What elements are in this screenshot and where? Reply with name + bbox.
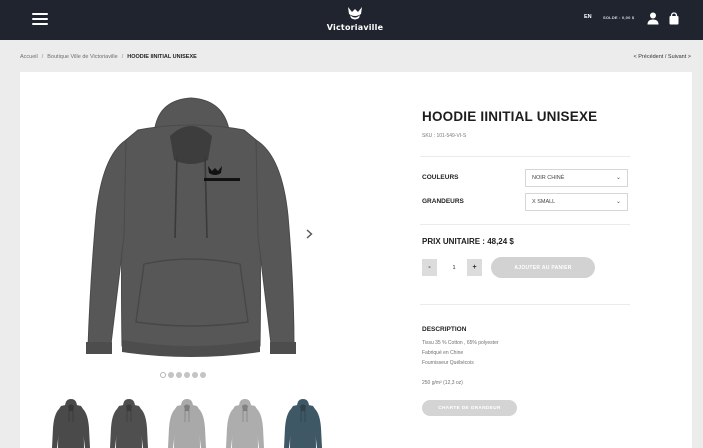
logo-text: Victoriaville — [326, 23, 384, 32]
unit-price: PRIX UNITAIRE : 48,24 $ — [422, 237, 514, 246]
chevron-right-icon[interactable] — [302, 227, 316, 241]
sizes-select[interactable]: X SMALL ⌄ — [525, 193, 628, 211]
product-thumbnail[interactable] — [110, 398, 148, 448]
product-title: HOODIE IINITIAL UNISEXE — [422, 109, 598, 124]
sizes-select-value: X SMALL — [532, 199, 556, 205]
carousel-dot[interactable] — [160, 372, 166, 378]
thumbnail-strip — [52, 398, 322, 448]
colors-select[interactable]: NOIR CHINÉ ⌄ — [525, 169, 628, 187]
product-thumbnail[interactable] — [52, 398, 90, 448]
size-chart-button[interactable]: CHARTE DE GRANDEUR — [422, 400, 517, 416]
divider — [420, 156, 630, 157]
carousel-dot[interactable] — [168, 372, 174, 378]
product-weight: 250 g/m² (12,3 oz) — [422, 380, 463, 386]
divider — [420, 224, 630, 225]
breadcrumb-shop[interactable]: Boutique Ville de Victoriaville — [47, 54, 117, 60]
breadcrumb-current: HOODIE IINITIAL UNISEXE — [127, 54, 197, 60]
sizes-label: GRANDEURS — [422, 198, 464, 205]
carousel-dots — [160, 372, 206, 380]
chevron-down-icon: ⌄ — [615, 199, 621, 205]
logo-emblem-icon — [348, 7, 362, 20]
divider — [420, 304, 630, 305]
breadcrumb-separator: / — [41, 54, 44, 60]
cart-icon[interactable] — [668, 12, 680, 25]
breadcrumb-separator: / — [121, 54, 124, 60]
prev-next-navigation[interactable]: < Précédent / Suivant > — [634, 54, 691, 60]
user-icon[interactable] — [647, 12, 659, 25]
product-sku: SKU : 101-549-VI-S — [422, 133, 467, 139]
product-thumbnail[interactable] — [168, 398, 206, 448]
language-switch[interactable]: EN — [584, 14, 592, 20]
quantity-increase-button[interactable]: + — [467, 259, 482, 276]
breadcrumb: Accueil / Boutique Ville de Victoriaville /… — [20, 54, 197, 60]
chevron-down-icon: ⌄ — [615, 175, 621, 181]
description-line: Tissu 35 % Cotton , 65% polyester — [422, 340, 499, 346]
hamburger-menu-icon[interactable] — [32, 13, 48, 25]
carousel-dot[interactable] — [176, 372, 182, 378]
description-title: DESCRIPTION — [422, 326, 467, 333]
brand-logo[interactable]: Victoriaville — [320, 6, 390, 36]
description-line: Fabriqué en Chine — [422, 350, 464, 356]
description-line: Fournisseur Québécois — [422, 360, 474, 366]
product-thumbnail[interactable] — [226, 398, 264, 448]
quantity-decrease-button[interactable]: - — [422, 259, 437, 276]
product-thumbnail[interactable] — [284, 398, 322, 448]
carousel-dot[interactable] — [192, 372, 198, 378]
colors-select-value: NOIR CHINÉ — [532, 175, 565, 181]
carousel-dot[interactable] — [200, 372, 206, 378]
carousel-dot[interactable] — [184, 372, 190, 378]
product-main-image — [86, 97, 296, 357]
top-header: Victoriaville EN SOLDE : 0,00 $ — [0, 0, 703, 40]
colors-label: COULEURS — [422, 174, 459, 181]
add-to-cart-button[interactable]: AJOUTER AU PANIER — [491, 257, 595, 278]
quantity-input[interactable] — [441, 259, 467, 276]
account-balance: SOLDE : 0,00 $ — [603, 15, 635, 20]
breadcrumb-home[interactable]: Accueil — [20, 54, 38, 60]
